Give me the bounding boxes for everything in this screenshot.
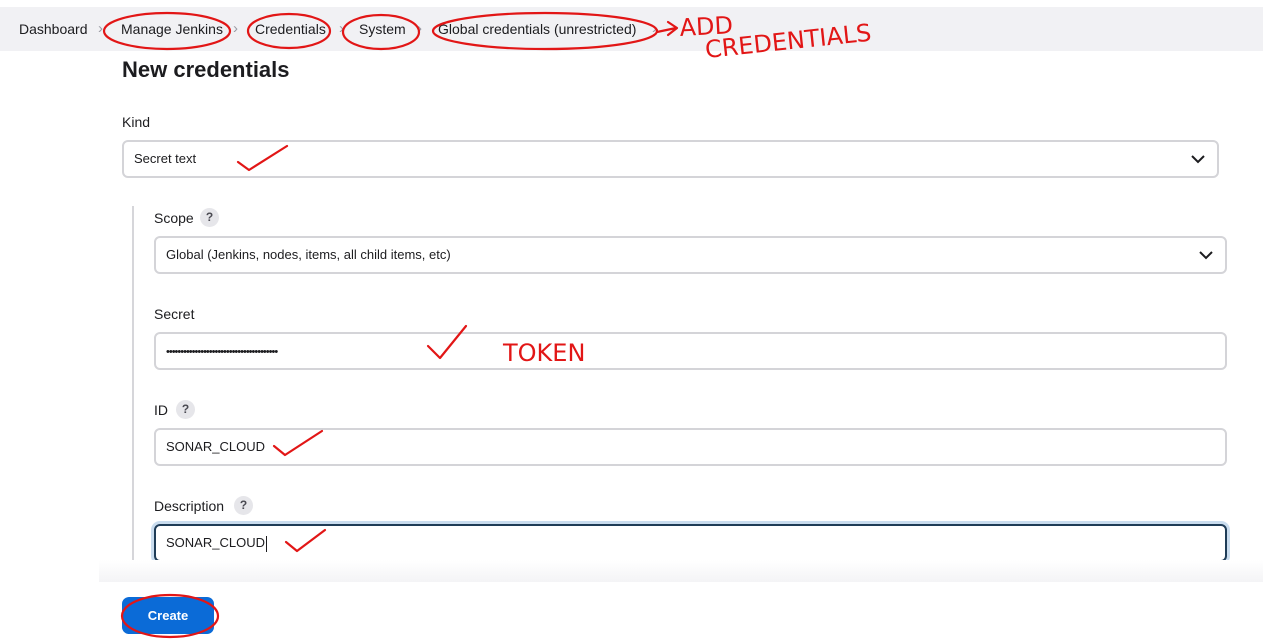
- id-label: ID: [154, 402, 168, 418]
- form-footer: [99, 560, 1263, 582]
- nested-section-rule: [132, 206, 134, 560]
- chevron-down-icon: [1199, 251, 1213, 260]
- description-input[interactable]: SONAR_CLOUD: [154, 524, 1227, 562]
- secret-input-value: •••••••••••••••••••••••••••••••••••••••: [166, 346, 278, 358]
- scope-select[interactable]: Global (Jenkins, nodes, items, all child…: [154, 236, 1227, 274]
- breadcrumb: Dashboard › Manage Jenkins › Credentials…: [0, 7, 1263, 51]
- chevron-right-icon: ›: [652, 20, 657, 37]
- chevron-right-icon: ›: [417, 20, 422, 37]
- id-input[interactable]: SONAR_CLOUD: [154, 428, 1227, 466]
- kind-select-value: Secret text: [134, 151, 197, 166]
- scope-label: Scope: [154, 210, 194, 226]
- breadcrumb-system[interactable]: System: [359, 21, 406, 37]
- chevron-right-icon: ›: [233, 20, 238, 37]
- id-input-value: SONAR_CLOUD: [166, 439, 265, 454]
- secret-input[interactable]: •••••••••••••••••••••••••••••••••••••••: [154, 332, 1227, 370]
- create-button[interactable]: Create: [122, 597, 214, 634]
- breadcrumb-credentials[interactable]: Credentials: [255, 21, 326, 37]
- breadcrumb-manage-jenkins[interactable]: Manage Jenkins: [121, 21, 223, 37]
- breadcrumb-global-credentials[interactable]: Global credentials (unrestricted): [438, 21, 636, 37]
- chevron-right-icon: ›: [339, 20, 344, 37]
- page-title: New credentials: [122, 57, 290, 82]
- text-cursor: [265, 535, 267, 552]
- kind-select[interactable]: Secret text: [122, 140, 1219, 178]
- scope-select-value: Global (Jenkins, nodes, items, all child…: [166, 247, 451, 262]
- chevron-down-icon: [1191, 155, 1205, 164]
- chevron-right-icon: ›: [98, 20, 103, 37]
- scope-help-icon[interactable]: ?: [200, 208, 219, 227]
- kind-label: Kind: [122, 114, 151, 130]
- secret-label: Secret: [154, 306, 195, 322]
- description-input-value: SONAR_CLOUD: [166, 535, 265, 550]
- id-help-icon[interactable]: ?: [176, 400, 195, 419]
- description-help-icon[interactable]: ?: [234, 496, 253, 515]
- description-label: Description: [154, 498, 225, 514]
- breadcrumb-dashboard[interactable]: Dashboard: [19, 21, 88, 37]
